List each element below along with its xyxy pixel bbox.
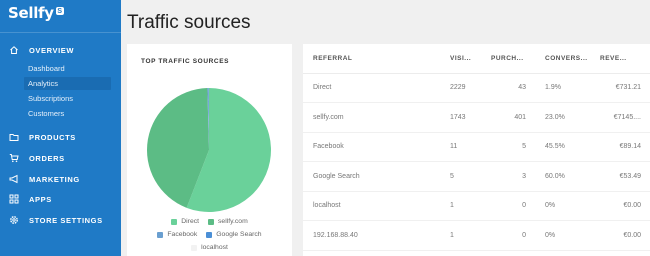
cart-icon bbox=[9, 153, 19, 163]
column-header-visits[interactable]: VISI... bbox=[440, 44, 481, 74]
sidebar-item-store-settings[interactable]: STORE SETTINGS bbox=[0, 212, 121, 228]
cell-purchases: 401 bbox=[481, 102, 535, 133]
sidebar-subitem-label: Subscriptions bbox=[28, 94, 74, 103]
home-icon bbox=[9, 45, 19, 55]
sidebar-item-label: ORDERS bbox=[29, 153, 65, 163]
divider bbox=[0, 32, 121, 33]
cell-revenue: €53.49 bbox=[590, 161, 650, 192]
sidebar-subitem-label: Customers bbox=[28, 109, 65, 118]
legend-row: localhost bbox=[127, 244, 292, 251]
brand-name: Sellfy bbox=[8, 4, 54, 22]
table-row: Google Search 5 3 60.0% €53.49 bbox=[303, 161, 650, 192]
legend-label: sellfy.com bbox=[218, 218, 248, 225]
table-row: sellfy.com 1743 401 23.0% €7145.... bbox=[303, 102, 650, 133]
sidebar-item-products[interactable]: PRODUCTS bbox=[0, 129, 121, 145]
legend-item-direct[interactable]: Direct bbox=[171, 218, 199, 225]
sidebar-subitem-label: Analytics bbox=[28, 79, 59, 88]
legend-swatch bbox=[171, 218, 178, 225]
column-header-referral[interactable]: REFERRAL bbox=[303, 44, 440, 74]
cell-revenue: €0.00 bbox=[590, 191, 650, 221]
traffic-pie-chart bbox=[147, 88, 271, 212]
cell-referral: Google Search bbox=[303, 161, 440, 192]
cell-visits: 5 bbox=[440, 161, 481, 192]
folder-icon bbox=[9, 132, 19, 142]
legend-swatch bbox=[191, 244, 198, 251]
legend-swatch bbox=[157, 231, 164, 238]
column-header-conversion[interactable]: CONVERS... bbox=[535, 44, 590, 74]
cell-revenue: €7145.... bbox=[590, 102, 650, 133]
legend-item-facebook[interactable]: Facebook bbox=[157, 231, 197, 238]
sidebar-item-label: STORE SETTINGS bbox=[29, 215, 103, 225]
cell-conversion: 45.5% bbox=[535, 132, 590, 162]
sidebar: Sellfy S OVERVIEW Dashboard Analytics Su… bbox=[0, 0, 121, 256]
cell-visits: 1 bbox=[440, 220, 481, 251]
cell-conversion: 0% bbox=[535, 191, 590, 221]
sidebar-subitem-dashboard[interactable]: Dashboard bbox=[24, 62, 111, 75]
legend-row: Facebook Google Search bbox=[127, 231, 292, 238]
cell-referral: 192.168.88.40 bbox=[303, 220, 440, 251]
cell-purchases: 3 bbox=[481, 161, 535, 192]
cell-conversion: 1.9% bbox=[535, 73, 590, 103]
cell-visits: 1 bbox=[440, 191, 481, 221]
cell-purchases: 0 bbox=[481, 220, 535, 251]
table-row: Direct 2229 43 1.9% €731.21 bbox=[303, 73, 650, 103]
legend-label: Google Search bbox=[216, 231, 262, 238]
sidebar-subitem-customers[interactable]: Customers bbox=[24, 107, 111, 120]
legend-swatch bbox=[206, 231, 213, 238]
legend-label: Direct bbox=[181, 218, 200, 225]
sidebar-item-label: MARKETING bbox=[29, 174, 80, 184]
page-title: Traffic sources bbox=[127, 12, 251, 33]
legend-item-sellfy[interactable]: sellfy.com bbox=[208, 218, 248, 225]
cell-referral: sellfy.com bbox=[303, 102, 440, 133]
apps-icon bbox=[9, 194, 19, 204]
brand-badge: S bbox=[55, 7, 64, 15]
cell-revenue: €0.00 bbox=[590, 220, 650, 251]
cell-revenue: €89.14 bbox=[590, 132, 650, 162]
traffic-chart-card: TOP TRAFFIC SOURCES Direct sellfy.com Fa… bbox=[127, 44, 292, 256]
column-header-revenue[interactable]: REVE... bbox=[590, 44, 650, 74]
sidebar-item-label: PRODUCTS bbox=[29, 132, 76, 142]
legend-item-google-search[interactable]: Google Search bbox=[206, 231, 262, 238]
cell-conversion: 0% bbox=[535, 220, 590, 251]
sidebar-item-orders[interactable]: ORDERS bbox=[0, 150, 121, 166]
cell-revenue: €731.21 bbox=[590, 73, 650, 103]
cell-purchases: 0 bbox=[481, 191, 535, 221]
legend-item-localhost[interactable]: localhost bbox=[191, 244, 228, 251]
cell-referral: Facebook bbox=[303, 132, 440, 162]
cell-purchases: 5 bbox=[481, 132, 535, 162]
cell-purchases: 43 bbox=[481, 73, 535, 103]
cell-referral: Direct bbox=[303, 73, 440, 103]
table-header-row: REFERRAL VISI... PURCH... CONVERS... REV… bbox=[303, 44, 650, 74]
megaphone-icon bbox=[9, 174, 19, 184]
sidebar-item-apps[interactable]: APPS bbox=[0, 191, 121, 207]
table-row: localhost 1 0 0% €0.00 bbox=[303, 191, 650, 221]
referral-table: REFERRAL VISI... PURCH... CONVERS... REV… bbox=[303, 44, 650, 251]
chart-title: TOP TRAFFIC SOURCES bbox=[141, 58, 230, 65]
referral-table-card: REFERRAL VISI... PURCH... CONVERS... REV… bbox=[303, 44, 650, 256]
gear-icon bbox=[9, 215, 19, 225]
table-row: 192.168.88.40 1 0 0% €0.00 bbox=[303, 220, 650, 251]
sidebar-item-marketing[interactable]: MARKETING bbox=[0, 171, 121, 187]
cell-visits: 2229 bbox=[440, 73, 481, 103]
column-header-purchases[interactable]: PURCH... bbox=[481, 44, 535, 74]
sidebar-subitem-subscriptions[interactable]: Subscriptions bbox=[24, 92, 111, 105]
sidebar-item-label: OVERVIEW bbox=[29, 45, 75, 55]
legend-swatch bbox=[208, 218, 215, 225]
cell-conversion: 23.0% bbox=[535, 102, 590, 133]
cell-conversion: 60.0% bbox=[535, 161, 590, 192]
cell-visits: 1743 bbox=[440, 102, 481, 133]
legend-label: localhost bbox=[201, 244, 228, 251]
table-row: Facebook 11 5 45.5% €89.14 bbox=[303, 132, 650, 162]
cell-referral: localhost bbox=[303, 191, 440, 221]
sellfy-logo[interactable]: Sellfy S bbox=[8, 4, 64, 26]
sidebar-subitem-label: Dashboard bbox=[28, 64, 65, 73]
legend-label: Facebook bbox=[167, 231, 198, 238]
sidebar-subitem-analytics[interactable]: Analytics bbox=[24, 77, 111, 90]
cell-visits: 11 bbox=[440, 132, 481, 162]
sidebar-item-overview[interactable]: OVERVIEW bbox=[0, 42, 121, 58]
sidebar-item-label: APPS bbox=[29, 194, 52, 204]
legend-row: Direct sellfy.com bbox=[127, 218, 292, 225]
